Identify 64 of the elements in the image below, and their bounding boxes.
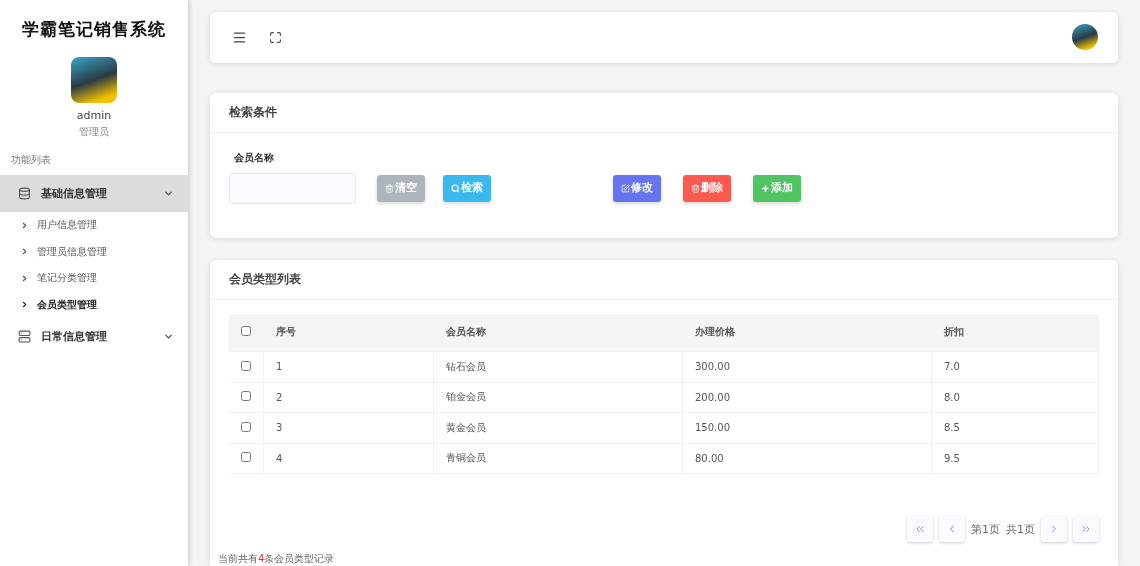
chevron-right-icon [20, 273, 29, 283]
table-cell: 3 [263, 412, 434, 443]
menu-item[interactable]: 笔记分类管理 [0, 265, 188, 292]
table-cell: 150.00 [682, 412, 932, 443]
edit-icon [621, 183, 630, 193]
menu-group[interactable]: 日常信息管理 [0, 318, 188, 355]
checkbox[interactable] [241, 326, 251, 337]
table-cell: 200.00 [682, 382, 932, 413]
table-cell: 300.00 [682, 351, 932, 382]
menu-item[interactable]: 用户信息管理 [0, 212, 188, 239]
chevron-down-icon [163, 331, 174, 342]
column-header: 办理价格 [682, 313, 932, 352]
checkbox[interactable] [241, 391, 251, 402]
checkbox[interactable] [241, 421, 251, 432]
double-chevron-left-icon [914, 523, 926, 535]
total-pages: 共1页 [1006, 521, 1035, 537]
fullscreen-icon[interactable] [269, 30, 282, 44]
table-cell: 4 [263, 443, 434, 474]
trash-icon [691, 183, 700, 193]
table-cell: 9.5 [931, 443, 1099, 474]
table-cell: 1 [263, 351, 434, 382]
menu-group[interactable]: 基础信息管理 [0, 175, 188, 212]
card-title: 检索条件 [210, 92, 1118, 133]
menu-group-label: 基础信息管理 [41, 186, 108, 201]
table-cell: 8.5 [931, 412, 1099, 443]
trash-icon [385, 183, 394, 193]
field-label: 会员名称 [234, 150, 275, 165]
plus-icon [761, 183, 770, 193]
section-label: 功能列表 [11, 153, 52, 167]
table-cell: 2 [263, 382, 434, 413]
record-summary: 当前共有4条会员类型记录 [217, 552, 336, 566]
menu-item[interactable]: 会员类型管理 [0, 291, 188, 318]
app-title: 学霸笔记销售系统 [21, 18, 167, 41]
chevron-right-icon [20, 300, 29, 310]
server-icon [18, 330, 31, 343]
double-chevron-right-icon [1080, 523, 1092, 535]
column-header: 会员名称 [433, 313, 683, 352]
table-cell: 黄金会员 [433, 412, 683, 443]
input-field[interactable] [229, 172, 356, 204]
menu-icon[interactable] [232, 29, 247, 45]
avatar[interactable] [1072, 24, 1098, 51]
user-role: 管理员 [78, 125, 110, 139]
photo-placeholder [71, 57, 117, 103]
database-icon [18, 187, 31, 200]
column-header: 折扣 [931, 313, 1099, 352]
chevron-down-icon [163, 188, 174, 199]
chevron-right-icon [20, 220, 29, 230]
checkbox[interactable] [241, 452, 251, 463]
checkbox[interactable] [241, 360, 251, 371]
table-cell: 铂金会员 [433, 382, 683, 413]
table-cell: 8.0 [931, 382, 1099, 413]
current-page: 第1页 [971, 521, 1000, 537]
table-cell: 钻石会员 [433, 351, 683, 382]
edit-button[interactable]: 修改 [613, 174, 661, 202]
table-cell: 80.00 [682, 443, 932, 474]
menu-item[interactable]: 管理员信息管理 [0, 238, 188, 265]
table-cell: 青铜会员 [433, 443, 683, 474]
chevron-right-icon [20, 247, 29, 257]
column-header: 序号 [263, 313, 434, 352]
card-title: 会员类型列表 [210, 259, 1118, 300]
user-name: admin [75, 109, 113, 122]
menu-group-label: 日常信息管理 [41, 329, 108, 344]
table-cell: 7.0 [931, 351, 1099, 382]
search-icon [451, 183, 460, 193]
